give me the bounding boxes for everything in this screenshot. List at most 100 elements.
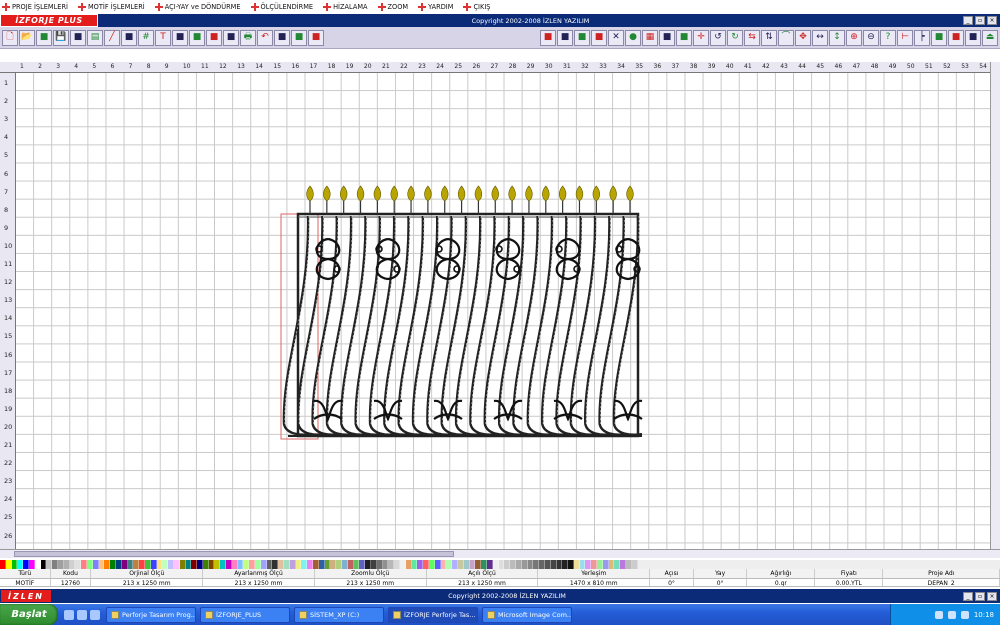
zoom-in-button[interactable]: ⊕ — [846, 29, 862, 46]
ruler-tick-label: 34 — [617, 63, 625, 70]
undo-button[interactable]: ↶ — [257, 29, 273, 46]
rotate-left-button[interactable]: ↺ — [710, 29, 726, 46]
spear-finial — [609, 185, 617, 202]
quick-launch — [64, 609, 100, 620]
align-left-button[interactable]: ■ — [659, 29, 675, 46]
restore-button[interactable]: ■ — [274, 29, 290, 46]
monitor-button[interactable]: ■ — [223, 29, 239, 46]
mirror-h-button[interactable]: ⇆ — [744, 29, 760, 46]
image-button[interactable]: ■ — [206, 29, 222, 46]
measure-button[interactable]: ⊢ — [897, 29, 913, 46]
ruler-tick-label: 42 — [762, 63, 770, 70]
table-grid-icon: ■ — [951, 32, 961, 42]
design-canvas[interactable] — [16, 73, 990, 549]
close-button[interactable]: × — [987, 16, 997, 25]
exit-button[interactable]: ⏏ — [982, 29, 998, 46]
print-icon: 🖶 — [243, 32, 253, 42]
import-button[interactable]: ■ — [36, 29, 52, 46]
menu-item-4[interactable]: HİZALAMA — [323, 3, 368, 11]
ruler-tick-label: 23 — [4, 477, 13, 486]
menu-item-1[interactable]: MOTİF İŞLEMLERİ — [77, 3, 145, 11]
open-folder-icon: 📂 — [21, 32, 33, 42]
railing-design[interactable] — [16, 73, 990, 549]
doc-button[interactable]: ■ — [965, 29, 981, 46]
edit-motif-button[interactable]: ■ — [121, 29, 137, 46]
close-button-2[interactable]: × — [987, 591, 997, 601]
copy-button[interactable]: ■ — [189, 29, 205, 46]
tray-icon[interactable] — [947, 610, 956, 619]
align-text-button[interactable]: ■ — [931, 29, 947, 46]
vertical-scrollbar[interactable] — [990, 62, 1000, 549]
delete-button[interactable]: ✕ — [608, 29, 624, 46]
clock[interactable]: 10:18 — [974, 611, 994, 619]
text-icon: T — [160, 32, 166, 42]
text-button[interactable]: T — [155, 29, 171, 46]
select-button[interactable]: ▦ — [642, 29, 658, 46]
minimize-button[interactable]: _ — [963, 16, 973, 25]
open-folder-button[interactable]: 📂 — [19, 29, 35, 46]
tray-icon[interactable] — [960, 610, 969, 619]
menu-item-6[interactable]: YARDIM — [418, 3, 453, 11]
ruler-tick-label: 19 — [4, 404, 13, 413]
menu-item-7[interactable]: ÇIKIŞ — [463, 3, 490, 11]
menu-item-label: ÇIKIŞ — [473, 3, 491, 11]
horizontal-scrollbar[interactable] — [0, 549, 1000, 558]
quick-launch-icon[interactable] — [64, 609, 74, 620]
menu-item-0[interactable]: PROJE İŞLEMLERİ — [2, 3, 68, 11]
quick-launch-icon[interactable] — [77, 609, 87, 620]
ruler-tick-label: 15 — [4, 332, 13, 341]
color-swatch[interactable] — [631, 560, 638, 569]
taskbar-button[interactable]: Perforje Tasarım Prog... — [106, 606, 196, 623]
start-button[interactable]: Başlat — [0, 604, 58, 625]
line-icon: ╱ — [109, 32, 115, 42]
frame-button[interactable]: ■ — [557, 29, 573, 46]
mirror-v-button[interactable]: ⇅ — [761, 29, 777, 46]
status-header: Kodu — [51, 569, 92, 578]
table-grid-button[interactable]: ■ — [948, 29, 964, 46]
taskbar-button[interactable]: Microsoft Image Com... — [482, 606, 572, 623]
color-button[interactable]: ● — [625, 29, 641, 46]
stretch-v-button[interactable]: ↕ — [829, 29, 845, 46]
layers-button[interactable]: ■ — [172, 29, 188, 46]
grid-icon: # — [142, 32, 150, 42]
ruler-button[interactable]: ┝ — [914, 29, 930, 46]
tray-icon[interactable] — [934, 610, 943, 619]
menu-item-2[interactable]: AÇI-YAY ve DÖNDÜRME — [154, 3, 241, 11]
page-button[interactable]: ■ — [540, 29, 556, 46]
move-button[interactable]: ✥ — [795, 29, 811, 46]
ruler-tick-label: 22 — [4, 459, 13, 468]
menu-item-5[interactable]: ZOOM — [377, 3, 408, 11]
add-button[interactable]: ■ — [308, 29, 324, 46]
align-right-button[interactable]: ■ — [676, 29, 692, 46]
rotate-right-button[interactable]: ↻ — [727, 29, 743, 46]
delete-icon: ✕ — [612, 32, 620, 42]
new-file-button[interactable]: 🗋 — [2, 29, 18, 46]
arc-button[interactable]: ⌒ — [778, 29, 794, 46]
export-button[interactable]: ■ — [291, 29, 307, 46]
distribute-button[interactable]: ■ — [574, 29, 590, 46]
ruler-tick-label: 2 — [38, 63, 42, 70]
zoom-out-button[interactable]: ⊖ — [863, 29, 879, 46]
table-button[interactable]: ▤ — [87, 29, 103, 46]
stretch-v-icon: ↕ — [833, 32, 841, 42]
group-button[interactable]: ■ — [591, 29, 607, 46]
save-button[interactable]: 💾 — [53, 29, 69, 46]
ruler-tick-label: 22 — [400, 63, 408, 70]
center-button[interactable]: ✛ — [693, 29, 709, 46]
restore-button[interactable]: ▫ — [975, 16, 985, 25]
quick-launch-icon[interactable] — [90, 609, 100, 620]
grid-button[interactable]: # — [138, 29, 154, 46]
taskbar-button[interactable]: İZFORJE_PLUS — [200, 606, 290, 623]
horizontal-scroll-thumb[interactable] — [14, 551, 454, 557]
stretch-h-button[interactable]: ↔ — [812, 29, 828, 46]
taskbar-button[interactable]: SİSTEM_XP (C:) — [294, 606, 384, 623]
menu-item-3[interactable]: ÖLÇÜLENDİRME — [250, 3, 313, 11]
help-button[interactable]: ? — [880, 29, 896, 46]
line-button[interactable]: ╱ — [104, 29, 120, 46]
minimize-button-2[interactable]: _ — [963, 591, 973, 601]
taskbar-button[interactable]: İZFORJE Perforje Tas... — [388, 606, 478, 623]
restore-button-2[interactable]: ▫ — [975, 591, 985, 601]
status-header: Ayarlanmış Ölçü — [203, 569, 315, 578]
print-preview-button[interactable]: ■ — [70, 29, 86, 46]
print-button[interactable]: 🖶 — [240, 29, 256, 46]
